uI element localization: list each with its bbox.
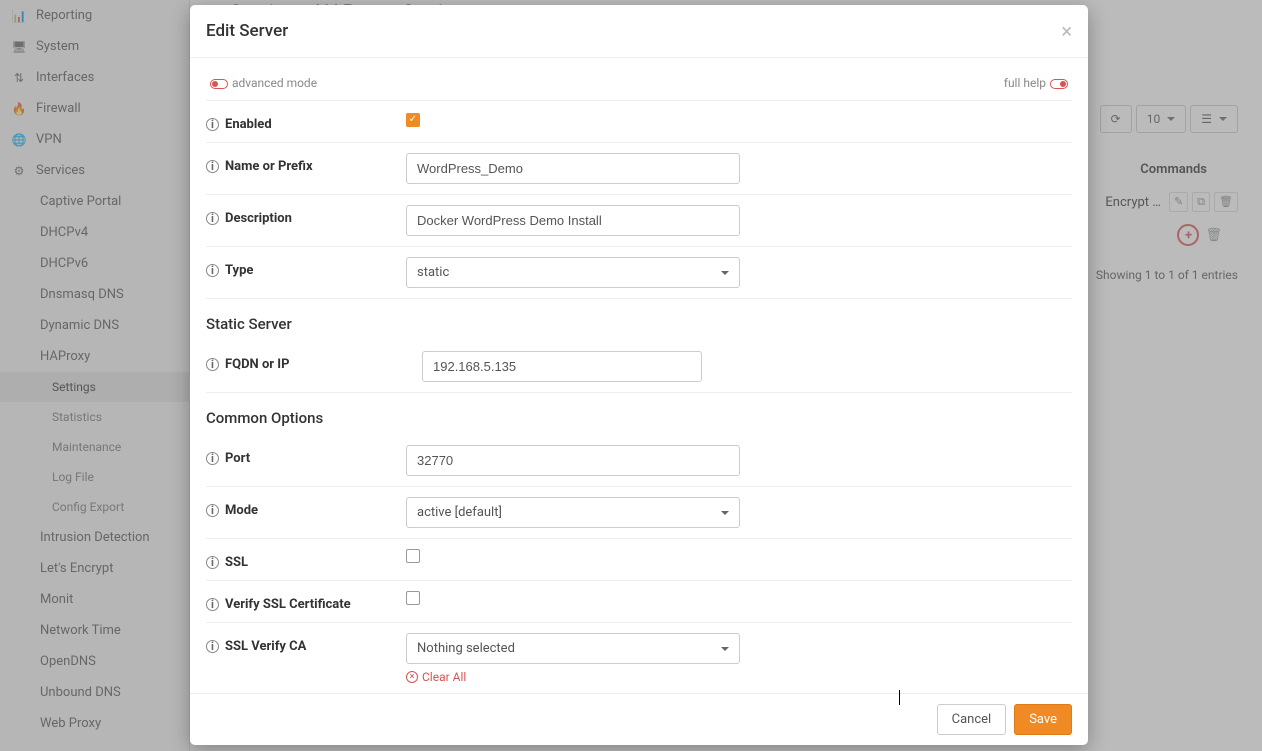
close-icon[interactable]: ×	[1061, 19, 1072, 43]
info-icon[interactable]: i	[206, 598, 219, 611]
modal-title: Edit Server	[206, 21, 288, 41]
info-icon[interactable]: i	[206, 264, 219, 277]
info-icon[interactable]: i	[206, 160, 219, 173]
info-icon[interactable]: i	[206, 212, 219, 225]
text-cursor	[899, 690, 900, 705]
verify-ssl-checkbox[interactable]	[406, 591, 420, 605]
ssl-label: SSL	[225, 555, 248, 570]
fqdn-label: FQDN or IP	[225, 357, 289, 372]
port-input[interactable]	[406, 445, 740, 476]
cancel-button[interactable]: Cancel	[937, 704, 1007, 735]
info-icon[interactable]: i	[206, 556, 219, 569]
full-help-toggle[interactable]: full help	[1004, 76, 1072, 90]
mode-select[interactable]: active [default]	[406, 497, 740, 528]
type-select[interactable]: static	[406, 257, 740, 288]
clear-all-link[interactable]: ×Clear All	[406, 670, 1072, 684]
advanced-mode-toggle[interactable]: advanced mode	[206, 76, 317, 90]
mode-label: Mode	[225, 503, 258, 518]
save-button[interactable]: Save	[1014, 704, 1072, 735]
ssl-checkbox[interactable]	[406, 549, 420, 563]
info-icon[interactable]: i	[206, 504, 219, 517]
enabled-label: Enabled	[225, 117, 272, 132]
description-label: Description	[225, 211, 292, 226]
name-label: Name or Prefix	[225, 159, 313, 174]
ssl-verify-ca-label: SSL Verify CA	[225, 639, 306, 654]
verify-ssl-label: Verify SSL Certificate	[225, 597, 351, 612]
type-label: Type	[225, 263, 253, 278]
caret-icon	[721, 647, 729, 651]
fqdn-input[interactable]	[422, 351, 702, 382]
clear-icon: ×	[406, 671, 418, 683]
edit-server-modal: Edit Server × advanced mode full help iE…	[190, 5, 1088, 745]
caret-icon	[721, 271, 729, 275]
info-icon[interactable]: i	[206, 640, 219, 653]
common-options-heading: Common Options	[206, 393, 1072, 435]
static-server-heading: Static Server	[206, 299, 1072, 341]
description-input[interactable]	[406, 205, 740, 236]
enabled-checkbox[interactable]: ✓	[406, 113, 420, 127]
info-icon[interactable]: i	[206, 358, 219, 371]
info-icon[interactable]: i	[206, 452, 219, 465]
info-icon[interactable]: i	[206, 118, 219, 131]
caret-icon	[721, 511, 729, 515]
ssl-verify-ca-select[interactable]: Nothing selected	[406, 633, 740, 664]
name-input[interactable]	[406, 153, 740, 184]
port-label: Port	[225, 451, 250, 466]
